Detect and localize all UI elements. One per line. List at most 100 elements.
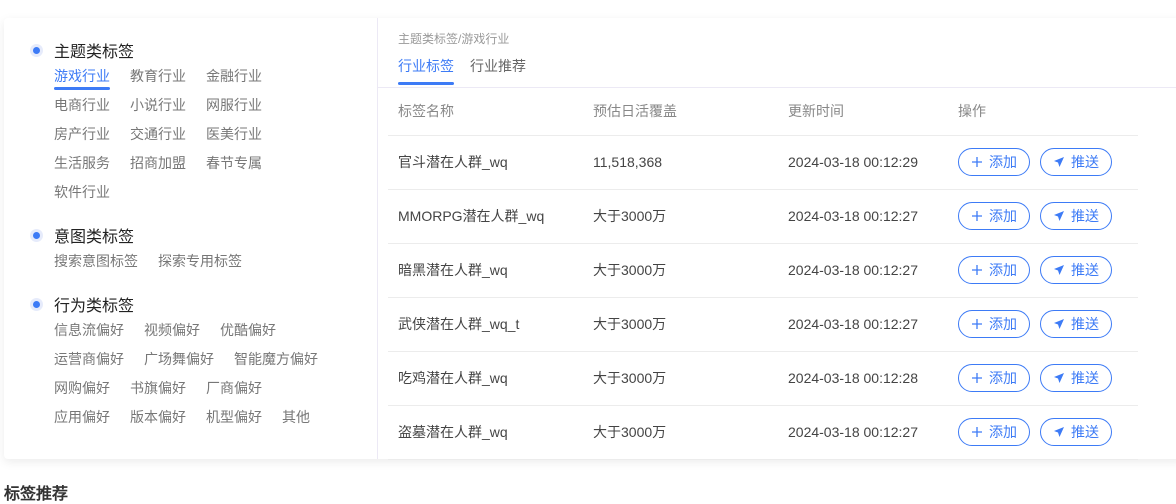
add-button[interactable]: 添加 (958, 310, 1030, 338)
header-name: 标签名称 (388, 87, 583, 136)
add-button[interactable]: 添加 (958, 202, 1030, 230)
plus-icon (972, 373, 982, 383)
add-button[interactable]: 添加 (958, 148, 1030, 176)
category-tag[interactable]: 小说行业 (130, 95, 186, 124)
tag-name: 盗墓潜在人群_wq (388, 405, 583, 460)
push-button[interactable]: 推送 (1040, 202, 1112, 230)
updated-time: 2024-03-18 00:12:27 (778, 243, 948, 298)
category-tag[interactable]: 春节专属 (206, 153, 262, 182)
category-tag[interactable]: 招商加盟 (130, 153, 186, 182)
add-label: 添加 (989, 370, 1017, 386)
category-tag[interactable]: 生活服务 (54, 153, 110, 182)
category-tag[interactable]: 厂商偏好 (206, 378, 262, 407)
category-tag[interactable]: 电商行业 (54, 95, 110, 124)
add-label: 添加 (989, 154, 1017, 170)
category-tag[interactable]: 信息流偏好 (54, 320, 124, 349)
add-button[interactable]: 添加 (958, 418, 1030, 446)
category-tag[interactable]: 教育行业 (130, 66, 186, 95)
header-updated: 更新时间 (778, 87, 948, 136)
send-icon (1054, 211, 1064, 221)
category-tag[interactable]: 应用偏好 (54, 407, 110, 436)
bullet-icon (30, 297, 43, 311)
table-row: MMORPG潜在人群_wq 大于3000万 2024-03-18 00:12:2… (388, 189, 1138, 244)
category-tag[interactable]: 网服行业 (206, 95, 262, 124)
category-tag[interactable]: 其他 (282, 407, 310, 436)
tag-name: 暗黑潜在人群_wq (388, 243, 583, 298)
bullet-icon (30, 43, 43, 57)
push-label: 推送 (1071, 262, 1099, 278)
send-icon (1054, 373, 1064, 383)
add-button[interactable]: 添加 (958, 364, 1030, 392)
category-tag[interactable]: 房产行业 (54, 124, 110, 153)
category-tag[interactable]: 探索专用标签 (158, 251, 242, 280)
header-actions: 操作 (948, 87, 1138, 136)
tag-group: 行为类标签信息流偏好 视频偏好 优酷偏好运营商偏好 广场舞偏好 智能魔方偏好网购偏好 书旗… (30, 294, 377, 436)
send-icon (1054, 427, 1064, 437)
updated-time: 2024-03-18 00:12:27 (778, 297, 948, 352)
coverage: 大于3000万 (583, 243, 778, 298)
push-label: 推送 (1071, 316, 1099, 332)
category-tag[interactable]: 搜索意图标签 (54, 251, 138, 280)
category-tag[interactable]: 游戏行业 (54, 66, 110, 95)
push-button[interactable]: 推送 (1040, 148, 1112, 176)
category-tag[interactable]: 医美行业 (206, 124, 262, 153)
table-row: 吃鸡潜在人群_wq 大于3000万 2024-03-18 00:12:28 添加… (388, 351, 1138, 406)
add-label: 添加 (989, 208, 1017, 224)
category-tag[interactable]: 机型偏好 (206, 407, 262, 436)
tag-list-panel: 主题类标签/游戏行业 行业标签 行业推荐 标签名称 预估日活覆盖 更新时间 操作… (378, 18, 1176, 460)
table-row: 武侠潜在人群_wq_t 大于3000万 2024-03-18 00:12:27 … (388, 297, 1138, 352)
tag-panel-card: 主题类标签游戏行业 教育行业 金融行业电商行业 小说行业 网服行业房产行业 交通行业 医美行… (4, 18, 1176, 460)
category-tag[interactable]: 广场舞偏好 (144, 349, 214, 378)
bullet-icon (30, 228, 43, 242)
coverage: 大于3000万 (583, 189, 778, 244)
plus-icon (972, 265, 982, 275)
updated-time: 2024-03-18 00:12:29 (778, 135, 948, 190)
category-tag[interactable]: 版本偏好 (130, 407, 186, 436)
send-icon (1054, 265, 1064, 275)
category-tag[interactable]: 优酷偏好 (220, 320, 276, 349)
table-row: 盗墓潜在人群_wq 大于3000万 2024-03-18 00:12:27 添加… (388, 405, 1138, 460)
push-button[interactable]: 推送 (1040, 310, 1112, 338)
tag-table: 标签名称 预估日活覆盖 更新时间 操作 官斗潜在人群_wq 11,518,368… (388, 87, 1138, 460)
table-row: 暗黑潜在人群_wq 大于3000万 2024-03-18 00:12:27 添加… (388, 243, 1138, 298)
coverage: 大于3000万 (583, 297, 778, 352)
send-icon (1054, 157, 1064, 167)
group-title: 意图类标签 (54, 229, 135, 246)
send-icon (1054, 319, 1064, 329)
plus-icon (972, 211, 982, 221)
coverage: 大于3000万 (583, 405, 778, 460)
breadcrumb: 主题类标签/游戏行业 (398, 32, 510, 46)
push-button[interactable]: 推送 (1040, 364, 1112, 392)
category-tag[interactable]: 交通行业 (130, 124, 186, 153)
updated-time: 2024-03-18 00:12:27 (778, 189, 948, 244)
coverage: 大于3000万 (583, 351, 778, 406)
table-row: 官斗潜在人群_wq 11,518,368 2024-03-18 00:12:29… (388, 135, 1138, 190)
category-tag[interactable]: 智能魔方偏好 (234, 349, 318, 378)
push-label: 推送 (1071, 208, 1099, 224)
tag-name: 武侠潜在人群_wq_t (388, 297, 583, 352)
category-tag[interactable]: 金融行业 (206, 66, 262, 95)
category-tag[interactable]: 软件行业 (54, 182, 110, 211)
add-label: 添加 (989, 262, 1017, 278)
plus-icon (972, 157, 982, 167)
category-tag[interactable]: 视频偏好 (144, 320, 200, 349)
push-button[interactable]: 推送 (1040, 418, 1112, 446)
group-title: 行为类标签 (54, 298, 135, 315)
tag-group: 主题类标签游戏行业 教育行业 金融行业电商行业 小说行业 网服行业房产行业 交通行业 医美行… (30, 40, 377, 211)
coverage: 11,518,368 (583, 135, 778, 190)
add-label: 添加 (989, 316, 1017, 332)
group-title: 主题类标签 (54, 44, 135, 61)
add-button[interactable]: 添加 (958, 256, 1030, 284)
push-button[interactable]: 推送 (1040, 256, 1112, 284)
tab-industry-recommend[interactable]: 行业推荐 (470, 56, 526, 86)
category-tag[interactable]: 书旗偏好 (130, 378, 186, 407)
category-tag[interactable]: 网购偏好 (54, 378, 110, 407)
category-tag[interactable]: 运营商偏好 (54, 349, 124, 378)
tab-industry-tags[interactable]: 行业标签 (398, 56, 454, 86)
push-label: 推送 (1071, 424, 1099, 440)
updated-time: 2024-03-18 00:12:27 (778, 405, 948, 460)
tag-name: 官斗潜在人群_wq (388, 135, 583, 190)
add-label: 添加 (989, 424, 1017, 440)
updated-time: 2024-03-18 00:12:28 (778, 351, 948, 406)
plus-icon (972, 427, 982, 437)
